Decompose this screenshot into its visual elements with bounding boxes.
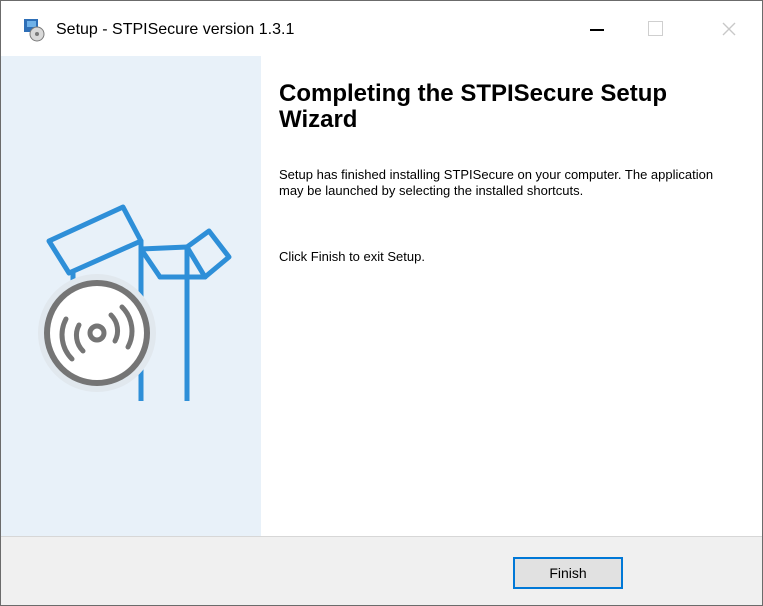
finish-instruction: Click Finish to exit Setup.: [279, 249, 425, 264]
setup-window: Setup - STPISecure version 1.3.1 Complet…: [0, 0, 763, 606]
wizard-content: Completing the STPISecure Setup Wizard S…: [261, 56, 762, 536]
finish-button[interactable]: Finish: [513, 557, 623, 589]
maximize-button[interactable]: [627, 1, 683, 56]
window-title: Setup - STPISecure version 1.3.1: [56, 21, 295, 38]
minimize-icon: [590, 28, 604, 31]
box-disc-illustration: [35, 201, 235, 436]
maximize-icon: [647, 21, 663, 36]
completion-message: Setup has finished installing STPISecure…: [279, 167, 714, 198]
close-icon: [722, 22, 736, 35]
button-bar: Finish: [1, 536, 762, 605]
minimize-button[interactable]: [569, 1, 625, 56]
title-bar[interactable]: Setup - STPISecure version 1.3.1: [1, 1, 762, 56]
close-button[interactable]: [701, 1, 757, 56]
wizard-sidebar: [1, 56, 261, 536]
page-title: Completing the STPISecure Setup Wizard: [279, 80, 668, 133]
setup-installer-icon: [22, 17, 48, 43]
